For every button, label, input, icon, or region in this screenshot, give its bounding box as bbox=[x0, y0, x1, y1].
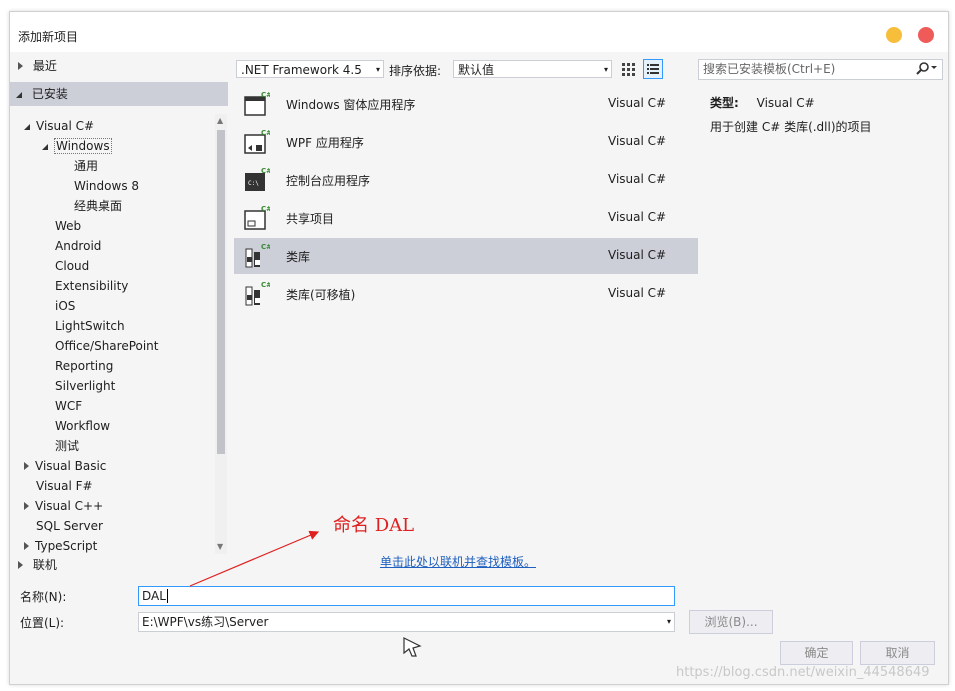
watermark: https://blog.csdn.net/weixin_44548649 bbox=[676, 665, 930, 680]
annotation-text: 命名 DAL bbox=[333, 515, 415, 536]
annotation-arrow bbox=[189, 530, 320, 587]
